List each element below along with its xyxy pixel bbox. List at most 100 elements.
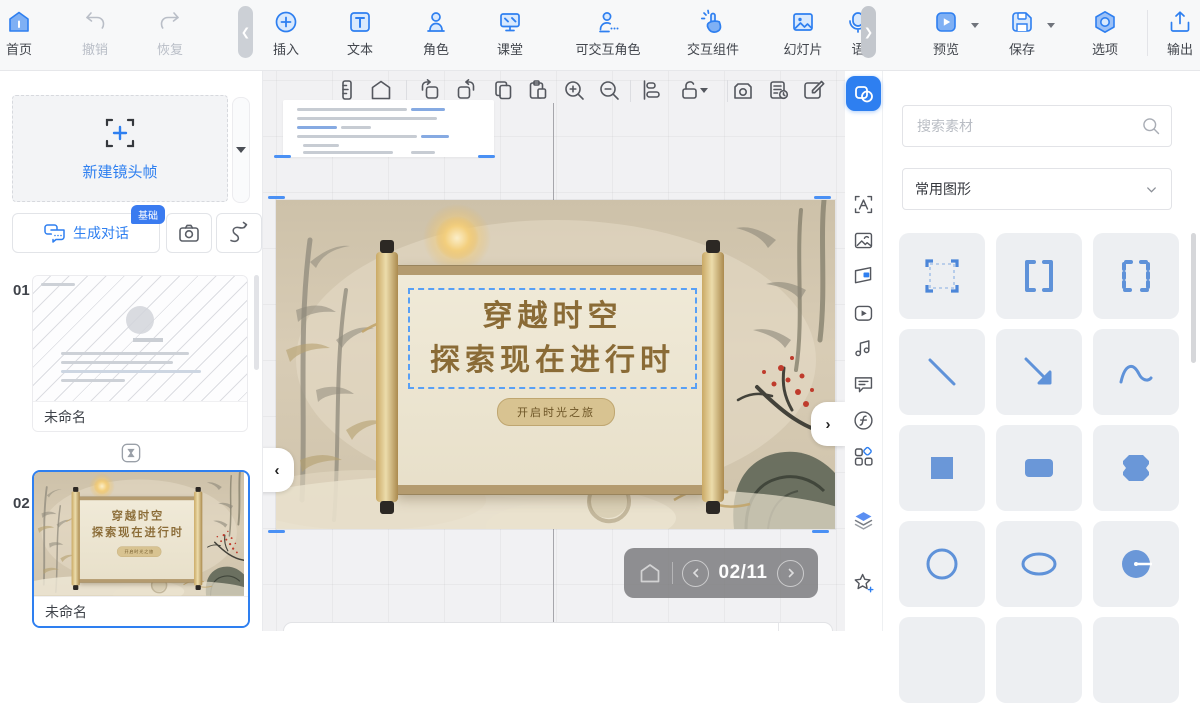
selection-handle[interactable] [274,155,291,158]
search-input[interactable] [915,117,1141,135]
path-route-button[interactable] [216,213,262,253]
frame-list-expander[interactable] [232,97,250,203]
video-panel-tab[interactable] [851,301,876,326]
toolbar-home[interactable]: 首页 [2,9,36,58]
history-clipboard-icon[interactable] [766,78,790,102]
shapes-panel-tab[interactable] [846,76,881,111]
selection-handle[interactable] [478,155,495,158]
toolbar-collapse-left[interactable]: ❮ [238,6,253,58]
collapse-right-panel-tab[interactable]: › [811,402,845,446]
toolbar-undo[interactable]: 撤销 [75,9,115,58]
shape-tile[interactable] [899,617,985,703]
rotate-right-icon[interactable] [454,78,478,102]
frame-corner-handle[interactable] [268,530,285,533]
toolbar-redo[interactable]: 恢复 [150,9,190,58]
snapshot-camera-icon[interactable] [731,78,755,102]
toolbar-classroom[interactable]: 课堂 [490,9,530,58]
undo-icon [82,9,108,35]
shape-tile[interactable] [996,617,1082,703]
formula-panel-tab[interactable] [851,408,876,433]
shape-tile-dashed-brackets[interactable] [1093,233,1179,319]
prev-page-button[interactable] [682,559,709,587]
slide-thumbnail-2[interactable]: 穿越时空 探索现在进行时 开启时光之旅 未命名 [32,470,250,628]
shape-tile-selection-frame[interactable] [899,233,985,319]
text-panel-tab[interactable] [851,192,876,217]
materials-panel: 常用图形 [883,70,1200,703]
page-indicator: 02/11 [718,562,768,583]
favorites-panel-tab[interactable] [851,570,876,595]
nav-home-icon[interactable] [638,561,662,585]
slide-2-name: 未命名 [34,596,248,626]
widgets-panel-tab[interactable] [851,444,876,469]
toolbar-scroll-right[interactable]: ❯ [861,6,876,58]
toolbar-save[interactable]: 保存 [1002,9,1055,58]
zoom-out-icon[interactable] [597,78,621,102]
ribbon-button[interactable]: 开启时光之旅 [497,398,615,426]
preview-dropdown-caret[interactable] [971,23,979,28]
rotate-left-icon[interactable] [418,78,442,102]
shape-tile-ellipse[interactable] [996,521,1082,607]
timeline-scrollbar[interactable] [283,622,833,631]
shape-tile-octagon[interactable] [1093,425,1179,511]
scroll-roller-left [71,487,80,590]
layers-panel-tab[interactable] [851,508,876,533]
shape-tile-rounded-rectangle[interactable] [996,425,1082,511]
camera-shot-button[interactable] [166,213,212,253]
shape-category-dropdown[interactable]: 常用图形 [902,168,1172,210]
shape-tile-diagonal-arrow[interactable] [996,329,1082,415]
current-frame[interactable]: 穿越时空 探索现在进行时 开启时光之旅 [276,200,835,529]
frame-corner-handle[interactable] [268,196,285,199]
ruler-icon[interactable] [335,78,359,102]
frames-scrollbar[interactable] [254,275,259,370]
next-page-button[interactable] [777,559,804,587]
generate-dialog-button[interactable]: 生成对话 基础 [12,205,165,253]
toolbar-output[interactable]: 输出 [1162,9,1198,58]
toolbar-role-label: 角色 [422,42,449,57]
paste-icon[interactable] [526,78,550,102]
toolbar-role[interactable]: 角色 [418,9,454,58]
collapse-left-panel-tab[interactable]: ‹ [262,448,294,492]
toolbar-interactive-role[interactable]: 可交互角色 [570,9,646,58]
toolbar-home-label: 首页 [5,42,32,57]
home-frame-icon[interactable] [369,78,393,102]
material-search[interactable] [902,105,1172,147]
shape-tile-square[interactable] [899,425,985,511]
nav-divider [671,562,673,584]
shape-tile-brackets[interactable] [996,233,1082,319]
main-toolbar: 首页 撤销 恢复 ❮ 插入 文本 角色 课堂 可交互角色 交互组件 幻灯片 语 … [0,0,1200,71]
new-camera-frame-button[interactable]: 新建镜头帧 [12,95,228,202]
toolbar-redo-label: 恢复 [156,42,183,57]
copy-icon[interactable] [491,78,515,102]
slide-thumbnail-1[interactable]: 未命名 [32,275,248,432]
zoom-in-icon[interactable] [562,78,586,102]
toolbar-slides[interactable]: 幻灯片 [777,9,829,58]
save-dropdown-caret[interactable] [1047,23,1055,28]
edit-pen-icon[interactable] [801,78,825,102]
shape-tile-circle[interactable] [899,521,985,607]
toolbar-interactive-component[interactable]: 交互组件 [679,9,747,58]
center-guide-line [553,529,554,622]
subtitle-panel-tab[interactable] [851,372,876,397]
previous-frame-preview[interactable] [283,100,494,157]
title-text-selection[interactable]: 穿越时空 探索现在进行时 [408,288,697,389]
search-icon[interactable] [1141,116,1161,136]
template-panel-tab[interactable] [851,264,876,289]
shapes-scrollbar[interactable] [1191,233,1196,363]
transition-hourglass-icon[interactable] [121,443,141,463]
toolbar-text[interactable]: 文本 [342,9,378,58]
frame-corner-handle[interactable] [812,530,829,533]
align-icon[interactable] [641,78,665,102]
toolbar-insert[interactable]: 插入 [268,9,304,58]
toolbar-preview[interactable]: 预览 [926,9,979,58]
music-panel-tab[interactable] [851,336,876,361]
shape-tile-curve[interactable] [1093,329,1179,415]
image-panel-tab[interactable] [851,228,876,253]
frame-corner-handle[interactable] [814,196,831,199]
shape-tile-diagonal-line[interactable] [899,329,985,415]
shape-tile[interactable] [1093,617,1179,703]
toolbar-options[interactable]: 选项 [1087,9,1123,58]
shape-tile-pie[interactable] [1093,521,1179,607]
scroll-roller-right [702,240,724,514]
unlock-caret[interactable] [698,78,710,102]
editor-canvas[interactable]: 穿越时空 探索现在进行时 开启时光之旅 ‹ › 02/11 [262,70,845,631]
